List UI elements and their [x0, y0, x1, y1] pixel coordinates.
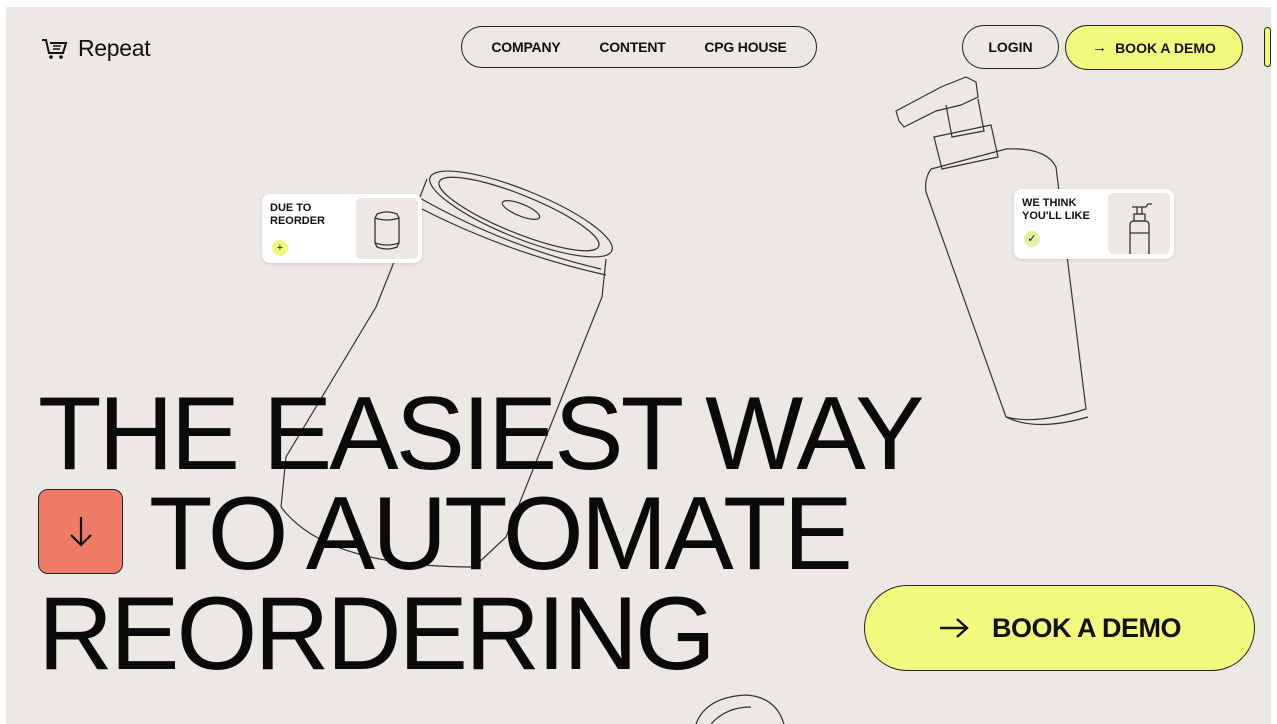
- arrow-down-icon: [69, 516, 92, 547]
- book-demo-button-header[interactable]: → BOOK A DEMO: [1065, 25, 1243, 70]
- book-demo-label: BOOK A DEMO: [1115, 39, 1216, 56]
- plus-icon: +: [272, 240, 288, 256]
- cart-repeat-icon: [42, 38, 68, 59]
- due-to-reorder-card: DUE TO REORDER +: [262, 194, 422, 263]
- hero-headline-line-2: TO AUTOMATE: [149, 476, 853, 592]
- nav-link-company[interactable]: COMPANY: [491, 39, 560, 55]
- pump-bottle-icon: [1129, 203, 1152, 254]
- main-nav: COMPANY CONTENT CPG HOUSE: [461, 26, 817, 68]
- we-think-youll-like-card: WE THINK YOU'LL LIKE ✓: [1014, 189, 1174, 259]
- partial-illustration-bottom: [695, 694, 785, 724]
- hero-headline-line-3: REORDERING: [38, 576, 716, 692]
- arrow-right-icon: →: [1092, 39, 1108, 56]
- scroll-down-button[interactable]: [38, 489, 123, 574]
- nav-link-cpg-house[interactable]: CPG HOUSE: [704, 39, 786, 55]
- arrow-right-icon: [940, 618, 969, 638]
- book-demo-label: BOOK A DEMO: [992, 612, 1182, 643]
- card-label: WE THINK YOU'LL LIKE: [1022, 197, 1090, 222]
- hero-headline-line-1: THE EASIEST WAY: [38, 376, 924, 492]
- nav-link-content[interactable]: CONTENT: [599, 39, 665, 55]
- book-demo-button-hero[interactable]: BOOK A DEMO: [864, 585, 1255, 671]
- check-icon: ✓: [1024, 231, 1040, 247]
- login-button[interactable]: LOGIN: [962, 25, 1059, 69]
- page-frame: Repeat COMPANY CONTENT CPG HOUSE LOGIN →…: [6, 7, 1271, 724]
- card-thumbnail: [1108, 193, 1170, 254]
- brand-logo[interactable]: Repeat: [40, 35, 151, 62]
- brand-name: Repeat: [78, 35, 151, 61]
- card-label: DUE TO REORDER: [270, 202, 326, 227]
- scroll-indicator[interactable]: [1264, 27, 1271, 67]
- card-thumbnail: [356, 198, 418, 259]
- can-icon: [374, 211, 400, 250]
